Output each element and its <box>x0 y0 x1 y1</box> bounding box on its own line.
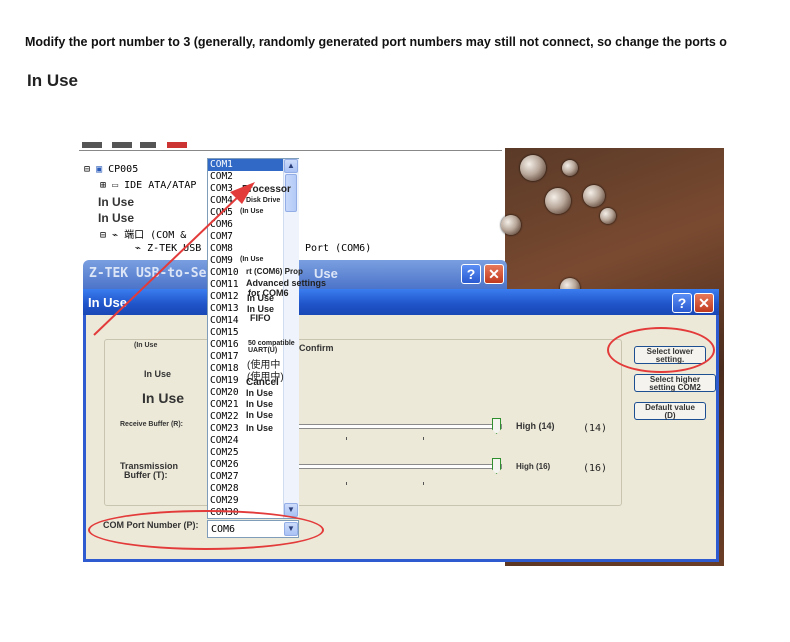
dropdown-scrollbar[interactable]: ▲ ▼ <box>283 159 299 518</box>
computer-icon: ▣ <box>96 164 103 175</box>
receive-value: (14) <box>583 423 608 434</box>
scroll-up-icon[interactable]: ▲ <box>284 159 298 173</box>
slider-tick <box>346 482 347 485</box>
toolbar-icon <box>140 142 156 148</box>
annotation-ellipse <box>88 510 324 550</box>
default-value-button[interactable]: Default value (D) <box>634 402 706 420</box>
status-label: In Use <box>144 369 172 379</box>
status-label-large: In Use <box>142 390 185 406</box>
bubble-decoration <box>583 185 605 207</box>
transmit-buffer-label-2: Buffer (T): <box>124 470 168 480</box>
computer-label: CP005 <box>108 164 139 175</box>
bubble-decoration <box>520 155 546 181</box>
collapse-icon[interactable]: ⊟ <box>84 164 90 175</box>
overlay-label: In Use <box>246 388 274 398</box>
select-higher-button[interactable]: Select higher setting COM2 <box>634 374 716 392</box>
transmit-value: (16) <box>583 463 608 474</box>
slider-tick <box>423 482 424 485</box>
button-label: (D) <box>664 411 676 420</box>
overlay-label: In Use <box>246 410 274 420</box>
transmit-buffer-slider[interactable] <box>298 464 502 469</box>
receive-buffer-slider[interactable] <box>298 424 502 429</box>
help-icon[interactable]: ? <box>672 293 692 313</box>
instruction-text: Modify the port number to 3 (generally, … <box>25 35 727 49</box>
overlay-label: In Use <box>246 423 274 433</box>
cancel-label: Cancel <box>246 377 279 388</box>
toolbar-icon <box>167 142 187 148</box>
bubble-decoration <box>562 160 578 176</box>
slider-tick <box>346 437 347 440</box>
port-item-suffix: Port (COM6) <box>305 243 372 254</box>
bubble-decoration <box>600 208 616 224</box>
help-icon[interactable]: ? <box>461 264 481 284</box>
slider-tick <box>423 437 424 440</box>
transmit-high-label: High (16) <box>516 462 551 471</box>
section-heading: In Use <box>27 71 79 90</box>
bubble-decoration <box>545 188 571 214</box>
bubble-decoration <box>501 215 521 235</box>
divider <box>79 150 502 151</box>
overlay-label: 50 compatible <box>248 340 295 347</box>
annotation-arrow <box>93 182 255 336</box>
button-label: setting COM2 <box>649 383 701 392</box>
arrow-shaft <box>93 194 241 336</box>
annotation-ellipse <box>607 327 715 373</box>
confirm-label: Confirm <box>299 343 334 353</box>
group-label: (In Use <box>132 342 160 349</box>
overlay-label: In Use <box>246 399 274 409</box>
close-icon[interactable]: ✕ <box>484 264 504 284</box>
overlay-label: UART(U) <box>248 347 278 354</box>
toolbar-icon <box>82 142 102 148</box>
receive-high-label: High (14) <box>516 421 555 431</box>
tree-node-computer[interactable]: ⊟ ▣ CP005 <box>84 164 138 175</box>
toolbar-icon <box>112 142 132 148</box>
receive-buffer-label: Receive Buffer (R): <box>120 421 184 428</box>
close-icon[interactable]: ✕ <box>694 293 714 313</box>
